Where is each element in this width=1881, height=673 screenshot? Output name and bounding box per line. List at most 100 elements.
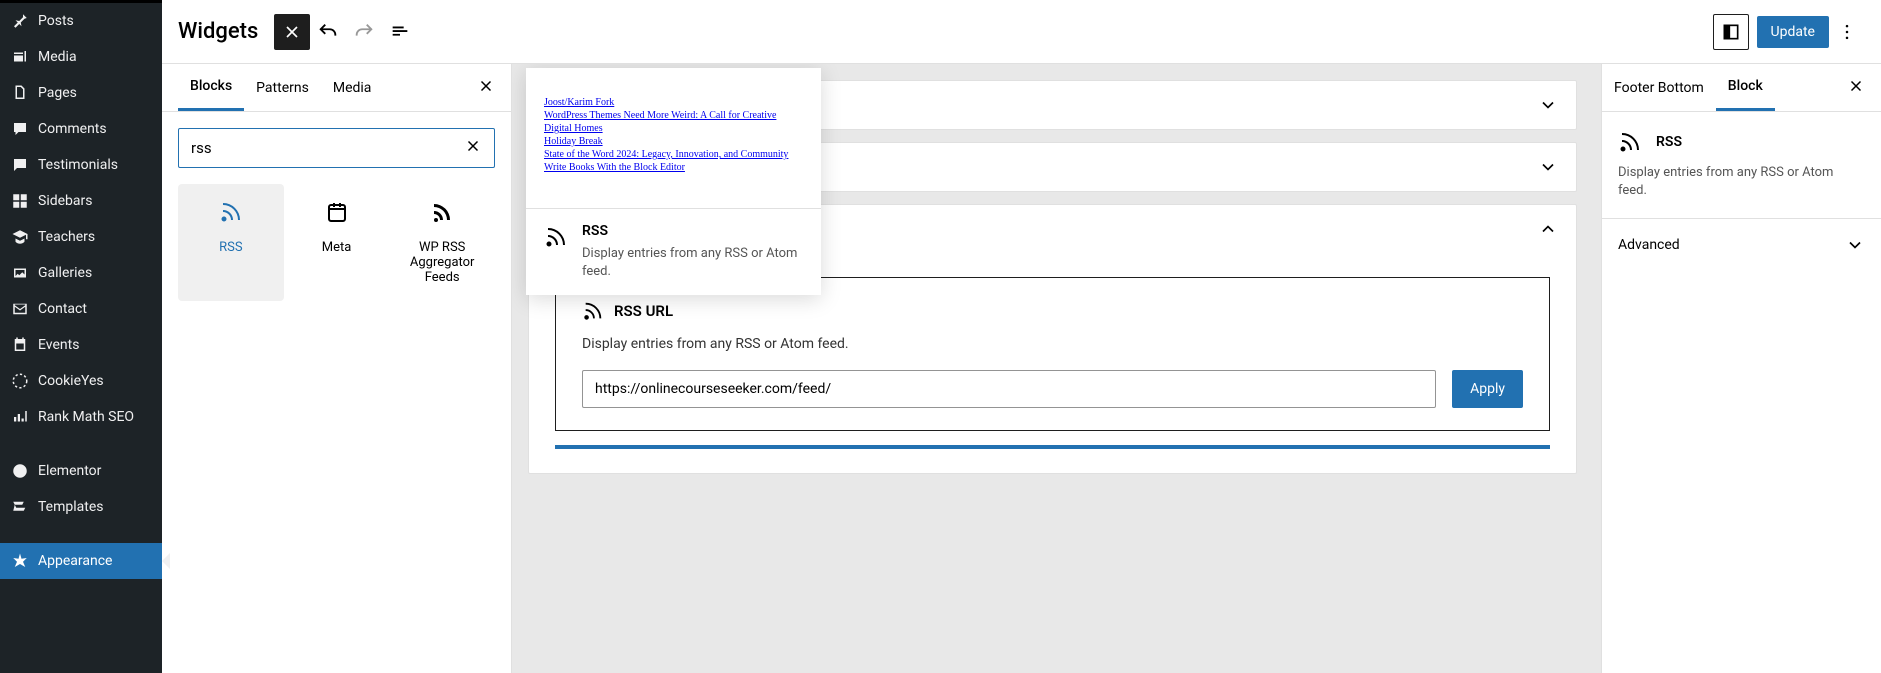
sidebar-item-label: Comments [38, 121, 107, 137]
rss-icon [219, 200, 243, 228]
sidebar-item-sidebars[interactable]: Sidebars [0, 183, 162, 219]
block-appender[interactable] [555, 445, 1550, 449]
preview-link: Joost/Karim Fork [544, 96, 803, 109]
editor-main: Widgets Update Blocks Patterns Media [162, 0, 1881, 673]
preview-link: WordPress Themes Need More Weird: A Call… [544, 109, 803, 135]
galleries-icon [10, 263, 30, 283]
editor-canvas[interactable]: Joost/Karim Fork WordPress Themes Need M… [512, 64, 1601, 673]
rss-block-header: RSS URL [582, 300, 1523, 322]
inserter-close-button[interactable] [477, 77, 495, 99]
editor-topbar: Widgets Update [162, 0, 1881, 64]
sidebar-item-testimonials[interactable]: Testimonials [0, 147, 162, 183]
rss-url-input[interactable] [582, 370, 1436, 408]
block-result-wprss[interactable]: WP RSS Aggregator Feeds [389, 184, 495, 301]
rss-icon [1618, 130, 1642, 154]
preview-content: Joost/Karim Fork WordPress Themes Need M… [526, 68, 821, 208]
sidebar-item-label: Media [38, 49, 77, 65]
preview-desc: Display entries from any RSS or Atom fee… [582, 245, 803, 281]
preview-link: State of the Word 2024: Legacy, Innovati… [544, 148, 803, 161]
seo-icon [10, 407, 30, 427]
templates-icon [10, 497, 30, 517]
rss-icon [582, 300, 604, 322]
elementor-icon [10, 461, 30, 481]
block-preview-popover: Joost/Karim Fork WordPress Themes Need M… [526, 68, 821, 295]
chevron-down-icon [1845, 235, 1865, 255]
document-overview-button[interactable] [382, 14, 418, 50]
apply-button[interactable]: Apply [1452, 370, 1523, 408]
chevron-up-icon [1538, 219, 1558, 239]
block-result-label: RSS [219, 240, 242, 255]
events-icon [10, 335, 30, 355]
sidebar-item-media[interactable]: Media [0, 39, 162, 75]
preview-title: RSS [582, 223, 803, 239]
preview-meta: RSS Display entries from any RSS or Atom… [526, 208, 821, 295]
content-row: Blocks Patterns Media RSS Meta [162, 64, 1881, 673]
settings-advanced-label: Advanced [1618, 237, 1680, 253]
sidebar-item-label: Contact [38, 301, 87, 317]
pages-icon [10, 83, 30, 103]
rss-icon [430, 200, 454, 228]
cookieyes-icon [10, 371, 30, 391]
preview-link: Write Books With the Block Editor [544, 161, 803, 174]
block-search-input[interactable] [191, 139, 464, 157]
settings-block-desc: Display entries from any RSS or Atom fee… [1618, 164, 1865, 200]
sidebar-item-events[interactable]: Events [0, 327, 162, 363]
rss-block-title: RSS URL [614, 302, 673, 320]
inserter-tabs: Blocks Patterns Media [162, 64, 511, 112]
redo-button[interactable] [346, 14, 382, 50]
tab-patterns[interactable]: Patterns [244, 66, 321, 110]
sidebars-icon [10, 191, 30, 211]
media-icon [10, 47, 30, 67]
sidebar-item-cookieyes[interactable]: CookieYes [0, 363, 162, 399]
settings-close-button[interactable] [1839, 69, 1873, 107]
appearance-icon [10, 551, 30, 571]
sidebar-item-galleries[interactable]: Galleries [0, 255, 162, 291]
sidebar-item-label: Teachers [38, 229, 95, 245]
teachers-icon [10, 227, 30, 247]
undo-button[interactable] [310, 14, 346, 50]
rss-block-placeholder[interactable]: RSS URL Display entries from any RSS or … [555, 277, 1550, 431]
settings-advanced-toggle[interactable]: Advanced [1602, 219, 1881, 271]
comments-icon [10, 119, 30, 139]
sidebar-item-posts[interactable]: Posts [0, 3, 162, 39]
sidebar-item-contact[interactable]: Contact [0, 291, 162, 327]
testimonials-icon [10, 155, 30, 175]
tab-block[interactable]: Block [1716, 64, 1775, 111]
sidebar-item-pages[interactable]: Pages [0, 75, 162, 111]
sidebar-item-elementor[interactable]: Elementor [0, 453, 162, 489]
block-results-grid: RSS Meta WP RSS Aggregator Feeds [162, 184, 511, 301]
block-result-rss[interactable]: RSS [178, 184, 284, 301]
sidebar-item-seo[interactable]: Rank Math SEO [0, 399, 162, 435]
sidebar-item-comments[interactable]: Comments [0, 111, 162, 147]
close-inserter-button[interactable] [274, 14, 310, 50]
chevron-down-icon [1538, 157, 1558, 177]
tab-blocks[interactable]: Blocks [178, 64, 244, 111]
admin-sidebar: Posts Media Pages Comments Testimonials … [0, 0, 162, 673]
settings-block-title: RSS [1656, 134, 1682, 150]
tab-media[interactable]: Media [321, 66, 384, 110]
sidebar-item-label: Appearance [38, 553, 112, 569]
clear-search-button[interactable] [464, 137, 482, 159]
sidebar-item-teachers[interactable]: Teachers [0, 219, 162, 255]
preview-link: Holiday Break [544, 135, 803, 148]
rss-icon [544, 225, 568, 253]
calendar-icon [325, 200, 349, 228]
chevron-down-icon [1538, 95, 1558, 115]
sidebar-item-appearance[interactable]: Appearance [0, 543, 162, 579]
sidebar-item-label: Templates [38, 499, 104, 515]
tab-footer-bottom[interactable]: Footer Bottom [1602, 66, 1716, 110]
options-button[interactable] [1829, 14, 1865, 50]
sidebar-item-label: Elementor [38, 463, 101, 479]
sidebar-item-label: Rank Math SEO [38, 409, 134, 425]
block-result-meta[interactable]: Meta [284, 184, 390, 301]
contact-icon [10, 299, 30, 319]
settings-tabs: Footer Bottom Block [1602, 64, 1881, 112]
sidebar-item-label: Sidebars [38, 193, 92, 209]
sidebar-item-label: CookieYes [38, 373, 104, 389]
block-search-box [178, 128, 495, 168]
update-button[interactable]: Update [1757, 16, 1829, 48]
sidebar-item-templates[interactable]: Templates [0, 489, 162, 525]
rss-block-desc: Display entries from any RSS or Atom fee… [582, 336, 1523, 352]
sidebar-item-label: Galleries [38, 265, 92, 281]
settings-toggle-button[interactable] [1713, 14, 1749, 50]
